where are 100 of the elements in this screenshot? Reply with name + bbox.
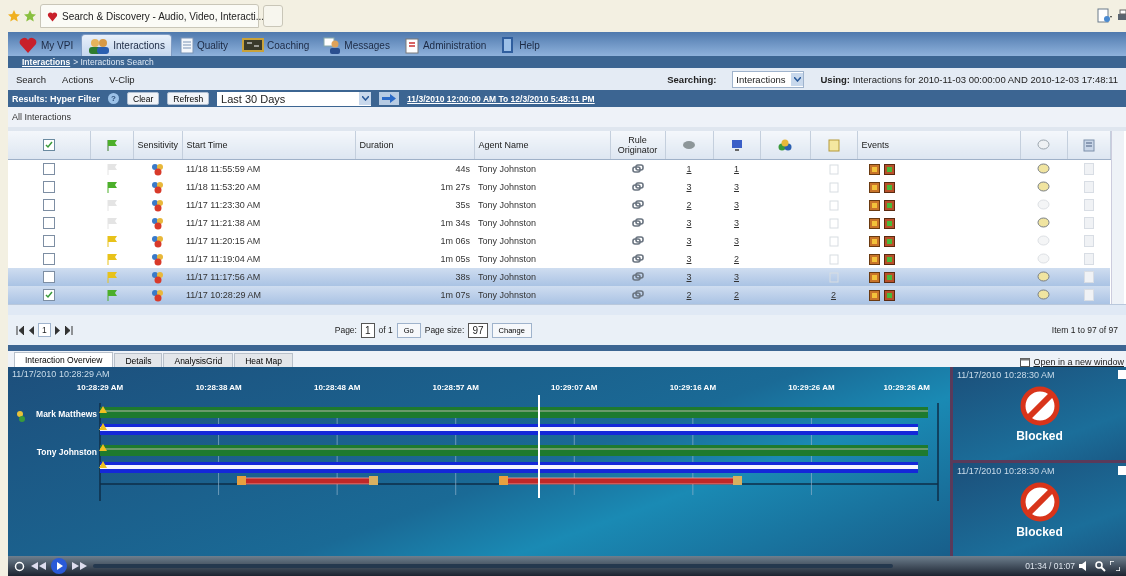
count-link[interactable]: 3	[734, 200, 739, 210]
count-link[interactable]: 3	[734, 182, 739, 192]
scrollbar[interactable]	[8, 304, 1126, 315]
nav-tab[interactable]: Help	[494, 34, 546, 56]
count-link[interactable]: 3	[686, 182, 692, 192]
row-checkbox[interactable]	[43, 235, 55, 247]
column-header[interactable]: Rule Originator	[610, 131, 665, 160]
flag-icon[interactable]	[105, 235, 118, 247]
table-cell: Tony Johnston	[474, 286, 610, 304]
search-icon[interactable]	[1095, 560, 1106, 572]
detail-tab[interactable]: Heat Map	[234, 353, 294, 367]
chain-icon	[631, 271, 644, 283]
open-window-link[interactable]: Open in a new window	[1020, 357, 1126, 367]
menu-item[interactable]: V-Clip	[109, 73, 135, 85]
count-link[interactable]: 3	[686, 254, 692, 264]
column-header[interactable]: Events	[857, 131, 1020, 160]
warning-icon	[99, 406, 107, 413]
flag-icon[interactable]	[105, 181, 118, 193]
breadcrumb-link[interactable]: Interactions	[22, 57, 71, 67]
count-link[interactable]: 2	[734, 254, 739, 264]
row-checkbox[interactable]	[43, 271, 55, 283]
nav-tab[interactable]: Messages	[317, 34, 396, 56]
event-icon	[884, 163, 895, 175]
scrollbar[interactable]	[1110, 131, 1124, 304]
count-link[interactable]: 2	[831, 290, 836, 300]
first-page-icon[interactable]	[16, 325, 24, 335]
comment-icon[interactable]	[1037, 181, 1050, 193]
event-icon	[884, 289, 895, 301]
detail-tab[interactable]: AnalysisGrid	[163, 353, 234, 367]
comment-icon[interactable]	[1037, 217, 1050, 229]
nav-tab[interactable]: My VPI	[12, 34, 80, 56]
count-link[interactable]: 3	[734, 236, 739, 246]
count-link[interactable]: 2	[686, 200, 692, 210]
detail-tab[interactable]: Details	[114, 353, 163, 367]
date-range-dropdown[interactable]: Last 30 Days	[217, 91, 372, 106]
query-summary: Using: Interactions for 2010-11-03 00:00:00 AND 2010-12-03 17:48:11	[820, 73, 1118, 85]
menu-item[interactable]: Actions	[62, 73, 94, 85]
previous-page-icon[interactable]	[28, 325, 34, 335]
column-header[interactable]: Sensitivity	[133, 131, 182, 160]
filter-button[interactable]: Refresh	[167, 92, 210, 105]
count-link[interactable]: 3	[686, 236, 692, 246]
nav-tab[interactable]: Quality	[173, 34, 235, 56]
comment-icon[interactable]	[1037, 271, 1050, 283]
play-icon[interactable]	[51, 558, 67, 574]
row-checkbox[interactable]	[43, 163, 55, 175]
row-checkbox[interactable]	[43, 217, 55, 229]
note-icon	[828, 253, 839, 265]
count-link[interactable]: 3	[734, 272, 739, 282]
row-checkbox[interactable]	[43, 289, 55, 301]
page-field[interactable]: 1	[360, 322, 375, 338]
list-icon	[1083, 163, 1094, 175]
flag-icon[interactable]	[105, 289, 118, 301]
heart-icon	[18, 36, 38, 54]
time-tick: 10:29:16 AM	[669, 383, 717, 392]
row-checkbox[interactable]	[43, 253, 55, 265]
page-icon[interactable]	[1096, 8, 1112, 24]
column-header[interactable]: Start Time	[182, 131, 355, 160]
favorites-icon[interactable]	[8, 10, 20, 22]
count-link[interactable]: 3	[686, 218, 692, 228]
nav-tab[interactable]: Interactions	[81, 34, 172, 56]
filter-button[interactable]: Clear	[127, 92, 160, 105]
column-header[interactable]: Duration	[355, 131, 474, 160]
chain-icon	[631, 217, 644, 229]
comment-icon[interactable]	[1037, 289, 1050, 301]
new-tab-button[interactable]	[263, 5, 283, 27]
time-tick: 10:28:38 AM	[195, 383, 242, 392]
column-header[interactable]: Agent Name	[474, 131, 610, 160]
detail-tab[interactable]: Interaction Overview	[14, 352, 114, 367]
count-link[interactable]: 3	[734, 218, 739, 228]
rewind-icon[interactable]	[29, 562, 47, 570]
nav-tab[interactable]: Coaching	[236, 34, 316, 56]
page-size-field[interactable]: 97	[468, 322, 488, 338]
note-icon	[827, 138, 840, 152]
flag-icon[interactable]	[105, 253, 118, 265]
comment-icon[interactable]	[1037, 163, 1050, 175]
count-link[interactable]: 1	[686, 164, 692, 174]
list-icon	[1083, 253, 1094, 265]
menu-item[interactable]: Search	[16, 73, 47, 85]
loop-icon[interactable]	[14, 560, 25, 572]
count-link[interactable]: 1	[734, 164, 739, 174]
time-tick: 10:29:26 AM	[883, 383, 930, 392]
next-page-icon[interactable]	[54, 325, 61, 335]
last-page-icon[interactable]	[64, 325, 73, 335]
fullscreen-icon[interactable]	[1110, 561, 1120, 571]
help-button[interactable]: ?	[108, 93, 120, 104]
apply-button[interactable]	[379, 92, 400, 105]
page-number[interactable]: 1	[38, 323, 51, 337]
count-link[interactable]: 3	[686, 272, 692, 282]
count-link[interactable]: 2	[734, 290, 739, 300]
row-checkbox[interactable]	[43, 181, 55, 193]
count-link[interactable]: 2	[686, 290, 692, 300]
search-scope-dropdown[interactable]: Interactions	[732, 70, 805, 88]
table-cell-text: 11/18 11:53:20 AM	[185, 181, 262, 194]
date-range-link[interactable]: 11/3/2010 12:00:00 AM To 12/3/2010 5:48:11 PM	[407, 93, 595, 104]
add-favorite-icon[interactable]	[24, 10, 36, 22]
caret-icon	[794, 76, 801, 82]
fast-forward-icon[interactable]	[71, 562, 89, 570]
printer-icon[interactable]	[1116, 9, 1126, 23]
row-checkbox[interactable]	[43, 199, 55, 211]
nav-tab[interactable]: Administration	[397, 34, 493, 56]
